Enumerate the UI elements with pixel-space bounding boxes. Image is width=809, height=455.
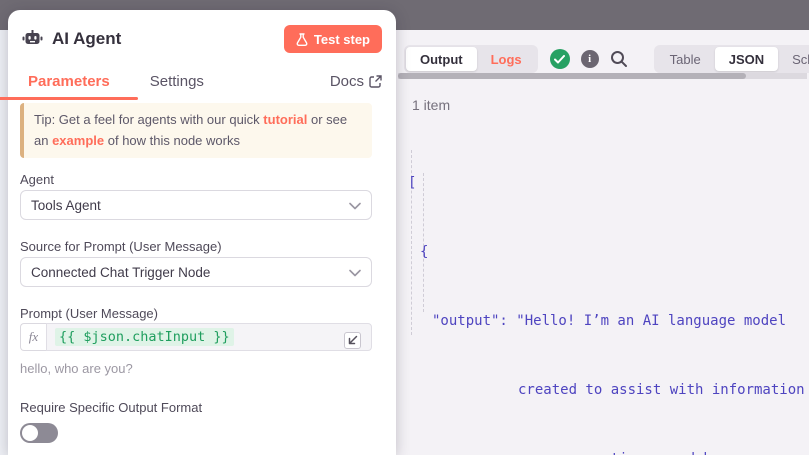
source-select[interactable]: Connected Chat Trigger Node [20,257,372,287]
chevron-down-icon [349,198,361,213]
output-format-toggle[interactable] [20,423,58,443]
agent-select[interactable]: Tools Agent [20,190,372,220]
docs-link[interactable]: Docs [330,73,382,90]
expression-input[interactable]: {{ $json.chatInput }} [46,323,372,351]
tab-logs[interactable]: Logs [477,47,536,71]
prompt-expression-field: fx {{ $json.chatInput }} [20,323,372,351]
output-panel: Output Logs i Table JSON Schema 1 item [… [396,30,809,455]
robot-icon [22,29,43,49]
json-line: created to assist with information [408,379,809,402]
prompt-label: Prompt (User Message) [20,306,158,321]
docs-label: Docs [330,73,364,90]
items-count: 1 item [412,97,450,113]
expression-value: {{ $json.chatInput }} [55,328,234,346]
toggle-knob [22,425,38,441]
expression-preview: hello, who are you? [20,361,133,376]
output-toolbar: Output Logs i Table JSON Schema [404,45,809,73]
node-tabs: Parameters Settings Docs [8,64,382,98]
json-line: [ [408,172,809,195]
run-tabs: Output Logs [404,45,538,73]
success-check-icon [550,49,570,69]
test-step-button[interactable]: Test step [284,25,382,53]
node-title: AI Agent [52,29,121,49]
example-link[interactable]: example [52,133,104,148]
tip-callout: Tip: Get a feel for agents with our quic… [20,103,372,158]
source-label: Source for Prompt (User Message) [20,239,222,254]
external-link-icon [369,75,382,88]
source-select-value: Connected Chat Trigger Node [31,265,210,280]
test-step-label: Test step [314,32,370,47]
agent-select-value: Tools Agent [31,198,101,213]
json-line: "output": "Hello! I’m an AI language mod… [408,310,809,333]
view-tabs: Table JSON Schema [654,45,809,73]
tab-table[interactable]: Table [656,47,715,71]
json-output: [ { "output": "Hello! I’m an AI language… [408,126,809,455]
agent-label: Agent [20,172,54,187]
chevron-down-icon [349,265,361,280]
tab-json[interactable]: JSON [715,47,778,71]
tip-text: Tip: Get a feel for agents with our quic… [34,112,263,127]
search-icon[interactable] [610,50,628,68]
json-line: { [408,241,809,264]
output-format-label: Require Specific Output Format [20,400,202,415]
info-icon[interactable]: i [581,50,599,68]
tutorial-link[interactable]: tutorial [263,112,307,127]
json-line: answer questions, and have [408,448,809,455]
expand-expression-icon[interactable] [344,332,361,349]
node-header: AI Agent Test step [22,24,382,54]
node-settings-panel: AI Agent Test step Parameters Settings D… [8,10,396,455]
tab-schema[interactable]: Schema [778,47,809,71]
tab-settings[interactable]: Settings [130,73,224,90]
tab-parameters[interactable]: Parameters [8,73,130,90]
horizontal-scrollbar-thumb[interactable] [398,73,746,79]
horizontal-scrollbar-track[interactable] [398,73,807,79]
tab-output[interactable]: Output [406,47,477,71]
fx-badge: fx [20,323,46,351]
tip-text: of how this node works [104,133,240,148]
